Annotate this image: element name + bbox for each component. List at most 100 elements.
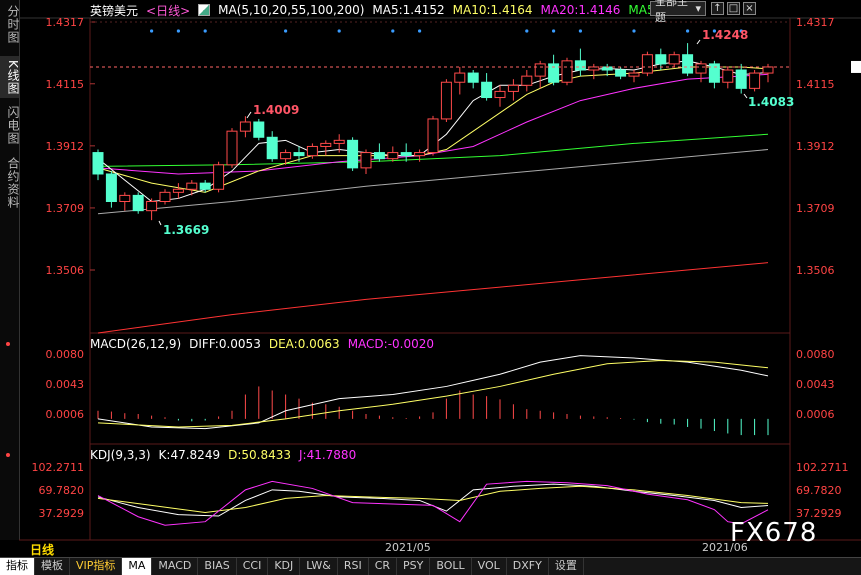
high-mid-annotation: 1.4009 — [253, 103, 299, 117]
ma200-line — [97, 262, 769, 334]
pin-icon[interactable]: ↑ — [711, 2, 724, 15]
candle-body — [293, 152, 305, 157]
kdj-panel-icon — [6, 453, 10, 457]
candle-body — [119, 194, 131, 203]
candle-body — [92, 152, 104, 175]
price-tick-label-left: 1.3912 — [46, 140, 85, 153]
candle-body — [494, 90, 506, 99]
candle-body — [762, 66, 774, 74]
price-tick-label-right: 1.3912 — [796, 140, 835, 153]
indicator-tab-4[interactable]: MACD — [152, 558, 199, 575]
candle-body — [159, 191, 171, 203]
candle-body — [360, 152, 372, 169]
high-annotation: 1.4248 — [702, 28, 748, 42]
candle-body — [280, 152, 292, 160]
candle-body — [186, 182, 198, 190]
macd-tick-label-left: 0.0043 — [46, 378, 85, 391]
watermark-logo: FX678 — [730, 518, 818, 548]
signal-dot — [552, 29, 556, 33]
candle-body — [199, 182, 211, 190]
candle-body — [213, 164, 225, 190]
price-tick-label-left: 1.3506 — [46, 264, 85, 277]
candle-body — [561, 60, 573, 83]
candle-body — [641, 54, 653, 74]
candle-body — [306, 145, 318, 157]
ma-params: MA(5,10,20,55,100,200) — [218, 3, 365, 17]
indicator-tab-10[interactable]: CR — [369, 558, 398, 575]
indicator-tab-14[interactable]: DXFY — [507, 558, 549, 575]
signal-dot — [418, 29, 422, 33]
indicator-tab-12[interactable]: BOLL — [430, 558, 472, 575]
candle-body — [373, 152, 385, 160]
indicator-tab-6[interactable]: CCI — [237, 558, 269, 575]
price-tick-label-right: 1.3709 — [796, 202, 835, 215]
date-label: 2021/05 — [385, 541, 431, 554]
signal-dot — [176, 29, 180, 33]
price-tick-label-left: 1.3709 — [46, 202, 85, 215]
signal-dot — [391, 29, 395, 33]
signal-dot — [284, 29, 288, 33]
high-pointer — [696, 39, 701, 45]
indicator-tab-5[interactable]: BIAS — [198, 558, 237, 575]
candle-body — [253, 121, 265, 138]
candle-body — [534, 63, 546, 77]
candle-body — [105, 173, 117, 203]
ma10-value: MA10:1.4164 — [452, 3, 533, 17]
candle-body — [615, 69, 627, 77]
price-tick-label-left: 1.4317 — [46, 16, 85, 29]
symbol-title: 英镑美元 — [90, 3, 139, 18]
macd-tick-label-left: 0.0006 — [46, 408, 85, 421]
candle-body — [655, 54, 667, 65]
indicator-tab-2[interactable]: VIP指标 — [70, 558, 123, 575]
kdj-tick-label-right: 102.2711 — [796, 461, 849, 474]
signal-dot — [578, 29, 583, 33]
indicator-tab-3[interactable]: MA — [122, 558, 153, 575]
maximize-icon[interactable]: □ — [727, 2, 740, 15]
kdj-tick-label-left: 37.2929 — [39, 507, 85, 520]
candle-body — [414, 152, 426, 157]
candle-body — [440, 81, 452, 120]
candle-body — [454, 72, 466, 83]
candle-body — [146, 201, 158, 212]
low-right-pointer — [743, 93, 748, 99]
candle-body — [239, 121, 251, 132]
signal-dot — [337, 29, 341, 33]
kdj-tick-label-left: 102.2711 — [32, 461, 85, 474]
price-tick-label-right: 1.4317 — [796, 16, 835, 29]
ma-settings-icon[interactable] — [198, 4, 211, 16]
indicator-tab-1[interactable]: 模板 — [35, 558, 70, 575]
indicator-tab-9[interactable]: RSI — [338, 558, 369, 575]
theme-menu-button[interactable]: 全部主题 ▾ — [650, 0, 706, 24]
kdj-params: KDJ(9,3,3) — [90, 448, 151, 462]
indicator-tab-0[interactable]: 指标 — [0, 558, 35, 575]
indicator-tab-7[interactable]: KDJ — [268, 558, 301, 575]
low-pointer — [158, 220, 162, 226]
indicator-tab-11[interactable]: PSY — [397, 558, 431, 575]
macd-diff: DIFF:0.0053 — [189, 337, 261, 351]
candle-body — [387, 152, 399, 160]
theme-menu-label: 全部主题 — [655, 0, 688, 24]
last-price-marker — [851, 60, 861, 73]
macd-panel-icon — [6, 342, 10, 346]
indicator-tab-13[interactable]: VOL — [472, 558, 507, 575]
candlestick-chart[interactable]: 1.4317 1.4317 1.4115 1.4115 1.3912 1.3912 1.37… — [0, 0, 861, 557]
macd-header: MACD(26,12,9) DIFF:0.0053 DEA:0.0063 MAC… — [90, 337, 434, 351]
candle-body — [427, 118, 439, 154]
macd-tick-label-right: 0.0080 — [796, 348, 835, 361]
period-label[interactable]: 日线 — [30, 541, 54, 558]
macd-dea: DEA:0.0063 — [268, 337, 340, 351]
kdj-tick-label-left: 69.7820 — [39, 484, 85, 497]
indicator-tab-8[interactable]: LW& — [300, 558, 338, 575]
indicator-tab-15[interactable]: 设置 — [549, 558, 584, 575]
close-icon[interactable]: × — [743, 2, 756, 15]
signal-dot — [686, 29, 690, 33]
kdj-j: J:41.7880 — [299, 448, 357, 462]
macd-tick-label-right: 0.0006 — [796, 408, 835, 421]
kdj-j-line — [97, 480, 769, 526]
candle-body — [749, 72, 761, 89]
price-tick-label-right: 1.4115 — [796, 78, 835, 91]
candle-body — [481, 81, 493, 99]
macd-params: MACD(26,12,9) — [90, 337, 182, 351]
low-right-annotation: 1.4083 — [748, 95, 794, 109]
candle-body — [347, 139, 359, 169]
